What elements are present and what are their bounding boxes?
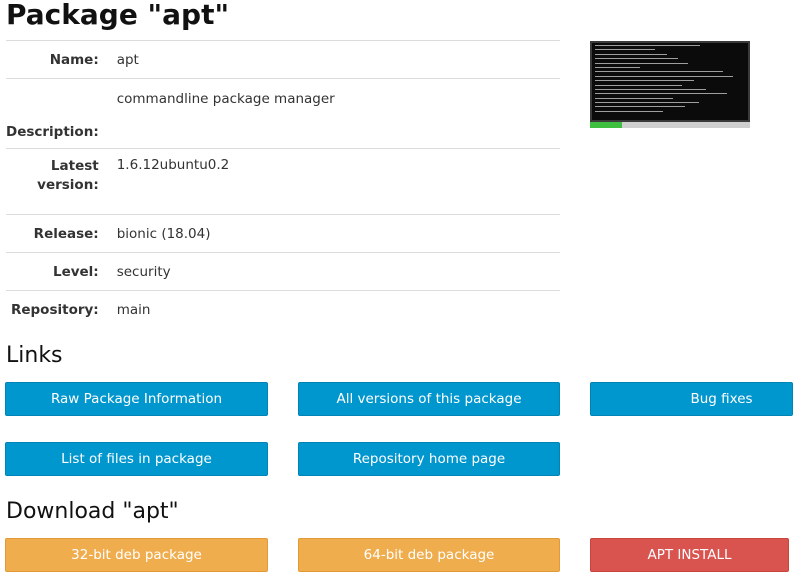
repository-home-page-button[interactable]: Repository home page: [298, 442, 560, 476]
repository-value: main: [112, 290, 560, 328]
download-heading: Download "apt": [6, 499, 179, 524]
name-value: apt: [112, 40, 560, 79]
name-label: Name:: [6, 40, 113, 79]
version-label-line-1: Latest: [50, 158, 99, 174]
download-64bit-deb-button[interactable]: 64-bit deb package: [298, 538, 560, 572]
release-label: Release:: [6, 214, 113, 253]
list-of-files-button[interactable]: List of files in package: [5, 442, 268, 476]
description-value: commandline package manager: [112, 78, 560, 149]
raw-package-information-button[interactable]: Raw Package Information: [5, 382, 268, 416]
bug-fixes-button[interactable]: Bug fixes: [590, 382, 793, 416]
version-value: 1.6.12ubuntu0.2: [112, 148, 560, 215]
page-title: Package "apt": [6, 0, 230, 31]
info-row-repository: Repository: main: [6, 290, 560, 328]
info-row-description: Description: commandline package manager: [6, 78, 560, 149]
info-row-level: Level: security: [6, 252, 560, 291]
terminal-screenshot-thumbnail[interactable]: [590, 41, 750, 128]
description-label: Description:: [6, 78, 113, 149]
package-info-table: Name: apt Description: commandline packa…: [6, 40, 560, 328]
terminal-window: [592, 43, 748, 120]
level-label: Level:: [6, 252, 113, 291]
download-32bit-deb-button[interactable]: 32-bit deb package: [5, 538, 268, 572]
links-heading: Links: [6, 343, 63, 368]
release-value: bionic (18.04): [112, 214, 560, 253]
version-label: Latest version:: [6, 148, 113, 215]
all-versions-button[interactable]: All versions of this package: [298, 382, 560, 416]
info-row-version: Latest version: 1.6.12ubuntu0.2: [6, 148, 560, 215]
level-value: security: [112, 252, 560, 291]
progress-bar-filled: [590, 122, 622, 128]
progress-bar-track: [622, 122, 750, 128]
version-label-line-2: version:: [37, 177, 99, 193]
repository-label: Repository:: [6, 290, 113, 328]
apt-install-button[interactable]: APT INSTALL: [590, 538, 789, 572]
info-row-name: Name: apt: [6, 40, 560, 79]
info-row-release: Release: bionic (18.04): [6, 214, 560, 253]
